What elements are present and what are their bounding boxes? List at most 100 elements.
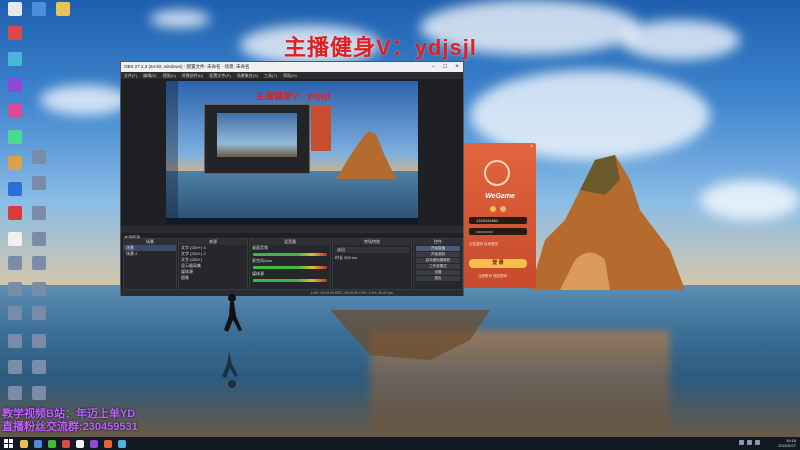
desktop-shortcut[interactable] [2, 52, 28, 67]
desktop-shortcut[interactable] [26, 256, 52, 270]
close-icon[interactable]: × [451, 64, 463, 70]
taskbar-app-icon[interactable] [118, 439, 126, 448]
menu-item[interactable]: 文件(F) [124, 73, 137, 79]
app-icon [8, 282, 22, 296]
desktop-shortcut[interactable] [26, 2, 52, 17]
obs-window[interactable]: OBS 27.2.3 (64-bit, windows) - 配置文件: 未命名… [120, 61, 464, 296]
start-recording-button[interactable]: 开始录制 [416, 252, 460, 257]
social-login [490, 206, 506, 212]
menu-item[interactable]: 配置文件(P) [209, 73, 230, 79]
menu-item[interactable]: 编辑(E) [143, 73, 156, 79]
menu-item[interactable]: 帮助(H) [283, 73, 297, 79]
menu-item[interactable]: 工具(T) [264, 73, 277, 79]
taskbar-app-icon[interactable] [104, 439, 112, 448]
desktop-shortcut[interactable] [2, 206, 28, 221]
taskbar-app-icon[interactable] [62, 439, 70, 448]
desktop-shortcut[interactable] [26, 232, 52, 246]
desktop-shortcut[interactable] [2, 282, 28, 296]
transitions-dock[interactable]: 转场特效 淡出 时长 300 ms [332, 238, 412, 290]
taskbar-app-icon[interactable] [76, 439, 84, 448]
desktop-shortcut[interactable] [26, 282, 52, 296]
volume-icon[interactable] [747, 440, 752, 445]
network-icon[interactable] [739, 440, 744, 445]
taskbar-app-icon[interactable] [34, 439, 42, 448]
windows-start-icon[interactable] [4, 438, 14, 449]
desktop-shortcut[interactable] [26, 306, 52, 320]
input-method-icon[interactable] [755, 440, 760, 445]
desktop-shortcut[interactable] [26, 334, 52, 348]
scene-item[interactable]: 场景 2 [124, 251, 176, 257]
menu-item[interactable]: 停靠部件(D) [182, 73, 204, 79]
app-icon [8, 360, 22, 374]
wegame-logo-icon [484, 160, 510, 186]
app-icon [8, 386, 22, 400]
app-icon [32, 306, 46, 320]
password-input[interactable]: •••••••••••• [469, 228, 527, 235]
obs-menu-bar: 文件(F) 编辑(E) 视图(V) 停靠部件(D) 配置文件(P) 场景集合(S) 工具(T… [121, 72, 463, 79]
desktop-shortcut[interactable] [2, 130, 28, 145]
maximize-icon[interactable]: □ [439, 64, 451, 70]
desktop-shortcut[interactable] [26, 176, 52, 190]
app-icon [32, 282, 46, 296]
exit-button[interactable]: 退出 [416, 276, 460, 281]
desktop-shortcut[interactable] [2, 78, 28, 93]
minimize-icon[interactable]: − [427, 64, 439, 70]
menu-item[interactable]: 视图(V) [162, 73, 175, 79]
login-button[interactable]: 登 录 [469, 259, 527, 268]
start-streaming-button[interactable]: 开始直播 [416, 246, 460, 251]
desktop-shortcut[interactable] [2, 104, 28, 119]
wegame-login-window[interactable]: × WeGame 1325344862 •••••••••••• 记住密码 自动… [464, 143, 536, 288]
mixer-channel: 媒体源 [252, 271, 264, 276]
preview-desktop-icons [166, 81, 178, 224]
app-icon [8, 156, 22, 170]
desktop-shortcut[interactable] [26, 360, 52, 374]
desktop-shortcut[interactable] [2, 334, 28, 348]
app-icon [56, 2, 70, 16]
obs-title-bar[interactable]: OBS 27.2.3 (64-bit, windows) - 配置文件: 未命名… [121, 62, 463, 72]
taskbar-app-icon[interactable] [20, 439, 28, 448]
volume-meter[interactable] [253, 266, 327, 269]
desktop-shortcut[interactable] [2, 26, 28, 41]
desktop-shortcut[interactable] [2, 306, 28, 320]
account-links[interactable]: 注册账号 找回密码 [478, 274, 507, 279]
desktop-shortcut[interactable] [50, 2, 76, 17]
studio-mode-button[interactable]: 工作室模式 [416, 264, 460, 269]
audio-mixer-dock[interactable]: 混音器 桌面音频 麦克风/Aux 媒体源 [249, 238, 331, 290]
rock-arch [530, 155, 685, 290]
login-options[interactable]: 记住密码 自动登录 [469, 242, 498, 247]
source-item[interactable]: 图像 [179, 275, 247, 281]
desktop-shortcut[interactable] [26, 386, 52, 400]
app-icon [8, 26, 22, 40]
wechat-icon[interactable] [500, 206, 506, 212]
settings-button[interactable]: 设置 [416, 270, 460, 275]
desktop-shortcut[interactable] [2, 156, 28, 171]
taskbar-app-icon[interactable] [90, 439, 98, 448]
start-virtual-camera-button[interactable]: 启动虚拟摄像机 [416, 258, 460, 263]
desktop-shortcut[interactable] [2, 360, 28, 374]
app-icon [8, 130, 22, 144]
obs-status-bar: LIVE: 00:00:00 REC: 00:00:00 CPU: 1.2%, … [121, 290, 463, 296]
desktop-shortcut[interactable] [2, 232, 28, 247]
scenes-dock[interactable]: 场景 场景 场景 2 [123, 238, 177, 290]
duration-field[interactable]: 时长 300 ms [333, 255, 411, 261]
desktop-shortcut[interactable] [2, 386, 28, 400]
transition-select[interactable]: 淡出 [335, 247, 409, 253]
watermark-bottom-line1: 教学视频B站：年迈上单YD [2, 408, 136, 420]
volume-meter[interactable] [253, 279, 327, 282]
taskbar-app-icon[interactable] [48, 439, 56, 448]
volume-meter[interactable] [253, 253, 327, 256]
menu-item[interactable]: 场景集合(S) [237, 73, 258, 79]
obs-title: OBS 27.2.3 (64-bit, windows) - 配置文件: 未命名… [124, 64, 250, 69]
account-input[interactable]: 1325344862 [469, 217, 527, 224]
sources-dock[interactable]: 来源 文字 (GDI+) 3 文字 (GDI+) 2 文字 (GDI+) 显示器… [178, 238, 248, 290]
controls-dock[interactable]: 控件 开始直播 开始录制 启动虚拟摄像机 工作室模式 设置 退出 [413, 238, 463, 290]
desktop-shortcut[interactable] [2, 182, 28, 197]
clock[interactable]: 19:18 2022/6/27 [778, 438, 796, 448]
desktop-shortcut[interactable] [2, 2, 28, 17]
desktop-shortcut[interactable] [26, 206, 52, 220]
desktop-shortcut[interactable] [26, 150, 52, 164]
obs-preview[interactable]: 主播健身V：ydjsjl [166, 81, 418, 224]
desktop-shortcut[interactable] [2, 256, 28, 270]
close-icon[interactable]: × [530, 144, 533, 150]
qq-icon[interactable] [490, 206, 496, 212]
